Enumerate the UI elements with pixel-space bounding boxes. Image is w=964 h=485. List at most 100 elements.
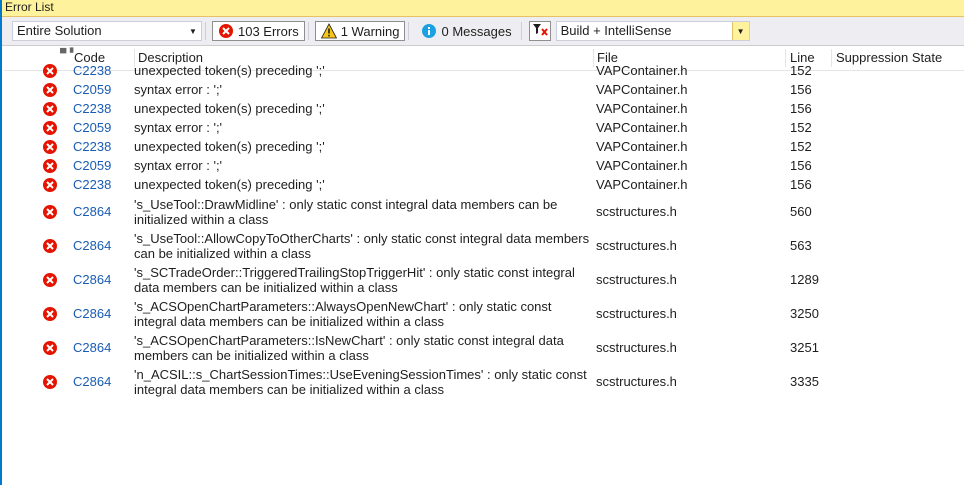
error-line: 152	[790, 63, 812, 78]
error-line: 563	[790, 238, 812, 253]
table-row[interactable]: C2059 syntax error : ';' VAPContainer.h 156	[4, 157, 964, 176]
error-code-link[interactable]: C2864	[73, 204, 111, 220]
toolbar-separator	[307, 22, 309, 40]
table-row[interactable]: C2864 'n_ACSIL::s_ChartSessionTimes::UseE…	[4, 365, 964, 399]
build-source-dropdown[interactable]: Build + IntelliSense ▼	[555, 21, 750, 41]
error-line: 156	[790, 82, 812, 97]
grid-rows: C2238 unexpected token(s) preceding ';' VA…	[4, 62, 964, 399]
messages-count-label: 0 Messages	[441, 23, 512, 39]
error-line: 152	[790, 120, 812, 135]
build-source-value: Build + IntelliSense	[560, 23, 672, 38]
table-row[interactable]: C2238 unexpected token(s) preceding ';' VA…	[4, 100, 964, 119]
error-line: 1289	[790, 272, 819, 287]
error-icon	[42, 139, 58, 155]
table-row[interactable]: C2238 unexpected token(s) preceding ';' VA…	[4, 62, 964, 81]
error-description: unexpected token(s) preceding ';'	[134, 63, 325, 78]
error-file: VAPContainer.h	[596, 177, 688, 192]
table-row[interactable]: C2238 unexpected token(s) preceding ';' VA…	[4, 138, 964, 157]
error-file: scstructures.h	[596, 204, 677, 219]
errors-count-label: 103 Errors	[238, 23, 299, 39]
table-row[interactable]: C2059 syntax error : ';' VAPContainer.h 156	[4, 81, 964, 100]
error-line: 152	[790, 139, 812, 154]
error-icon	[42, 63, 58, 79]
error-line: 156	[790, 101, 812, 116]
warnings-filter-button[interactable]: 1 Warning	[314, 21, 406, 41]
error-file: VAPContainer.h	[596, 63, 688, 78]
toolbar-separator	[408, 22, 410, 40]
table-row[interactable]: C2238 unexpected token(s) preceding ';' VA…	[4, 176, 964, 195]
messages-filter-button[interactable]: 0 Messages	[415, 21, 517, 41]
error-code-link[interactable]: C2059	[73, 82, 111, 98]
error-line: 3250	[790, 306, 819, 321]
error-description: syntax error : ';'	[134, 120, 223, 135]
error-icon	[42, 238, 58, 254]
error-code-link[interactable]: C2238	[73, 101, 111, 117]
error-description: 's_ACSOpenChartParameters::IsNewChart' :…	[134, 333, 564, 363]
error-description: 'n_ACSIL::s_ChartSessionTimes::UseEvenin…	[134, 367, 587, 397]
error-description: unexpected token(s) preceding ';'	[134, 177, 325, 192]
error-icon	[42, 101, 58, 117]
error-code-link[interactable]: C2864	[73, 306, 111, 322]
scope-dropdown[interactable]: Entire Solution ▼	[12, 21, 202, 41]
error-icon	[42, 177, 58, 193]
error-icon	[42, 340, 58, 356]
error-line: 3335	[790, 374, 819, 389]
error-description: 's_UseTool::DrawMidline' : only static c…	[134, 197, 558, 227]
error-file: scstructures.h	[596, 238, 677, 253]
error-file: scstructures.h	[596, 374, 677, 389]
error-file: VAPContainer.h	[596, 120, 688, 135]
filter-icon	[532, 22, 548, 41]
scope-value: Entire Solution	[17, 23, 102, 38]
error-icon	[42, 120, 58, 136]
error-file: scstructures.h	[596, 306, 677, 321]
error-file: VAPContainer.h	[596, 82, 688, 97]
error-code-link[interactable]: C2238	[73, 139, 111, 155]
error-icon	[42, 82, 58, 98]
chevron-down-icon: ▼	[731, 22, 749, 40]
errors-filter-button[interactable]: 103 Errors	[212, 21, 305, 41]
error-list-toolbar: Entire Solution ▼ 103 Errors 1 Warning 0…	[2, 17, 964, 46]
error-list-window: Error List Entire Solution ▼ 103 Errors …	[0, 0, 964, 485]
error-line: 560	[790, 204, 812, 219]
warning-icon	[320, 23, 337, 39]
toolbar-separator	[205, 22, 206, 40]
table-row[interactable]: C2059 syntax error : ';' VAPContainer.h 152	[4, 119, 964, 138]
error-file: VAPContainer.h	[596, 101, 688, 116]
table-row[interactable]: C2864 's_SCTradeOrder::TriggeredTrailingS…	[4, 263, 964, 297]
error-description: unexpected token(s) preceding ';'	[134, 139, 325, 154]
table-row[interactable]: C2864 's_ACSOpenChartParameters::IsNewCha…	[4, 331, 964, 365]
error-code-link[interactable]: C2059	[73, 120, 111, 136]
error-description: unexpected token(s) preceding ';'	[134, 101, 325, 116]
error-line: 156	[790, 158, 812, 173]
error-icon	[42, 204, 58, 220]
error-code-link[interactable]: C2059	[73, 158, 111, 174]
warnings-count-label: 1 Warning	[340, 23, 400, 39]
error-description: 's_UseTool::AllowCopyToOtherCharts' : on…	[134, 231, 590, 261]
table-row[interactable]: C2864 's_ACSOpenChartParameters::AlwaysOp…	[4, 297, 964, 331]
error-icon	[42, 374, 58, 390]
error-file: VAPContainer.h	[596, 158, 688, 173]
error-code-link[interactable]: C2238	[73, 177, 111, 193]
error-icon	[42, 306, 58, 322]
error-file: scstructures.h	[596, 272, 677, 287]
error-icon	[218, 23, 234, 39]
error-description: 's_ACSOpenChartParameters::AlwaysOpenNew…	[134, 299, 552, 329]
error-code-link[interactable]: C2864	[73, 374, 111, 390]
error-file: scstructures.h	[596, 340, 677, 355]
error-line: 3251	[790, 340, 819, 355]
chevron-down-icon: ▼	[189, 26, 197, 36]
error-code-link[interactable]: C2864	[73, 340, 111, 356]
error-code-link[interactable]: C2238	[73, 63, 111, 79]
toolbar-separator	[520, 22, 522, 40]
error-grid: ▀▝ Code Description File Line Suppressio…	[4, 46, 964, 485]
table-row[interactable]: C2864 's_UseTool::DrawMidline' : only sta…	[4, 195, 964, 229]
error-code-link[interactable]: C2864	[73, 238, 111, 254]
error-description: syntax error : ';'	[134, 158, 223, 173]
error-line: 156	[790, 177, 812, 192]
error-description: 's_SCTradeOrder::TriggeredTrailingStopTr…	[134, 265, 575, 295]
filter-button[interactable]	[528, 21, 551, 41]
error-code-link[interactable]: C2864	[73, 272, 111, 288]
info-icon	[421, 23, 437, 39]
error-icon	[42, 272, 58, 288]
table-row[interactable]: C2864 's_UseTool::AllowCopyToOtherCharts'…	[4, 229, 964, 263]
